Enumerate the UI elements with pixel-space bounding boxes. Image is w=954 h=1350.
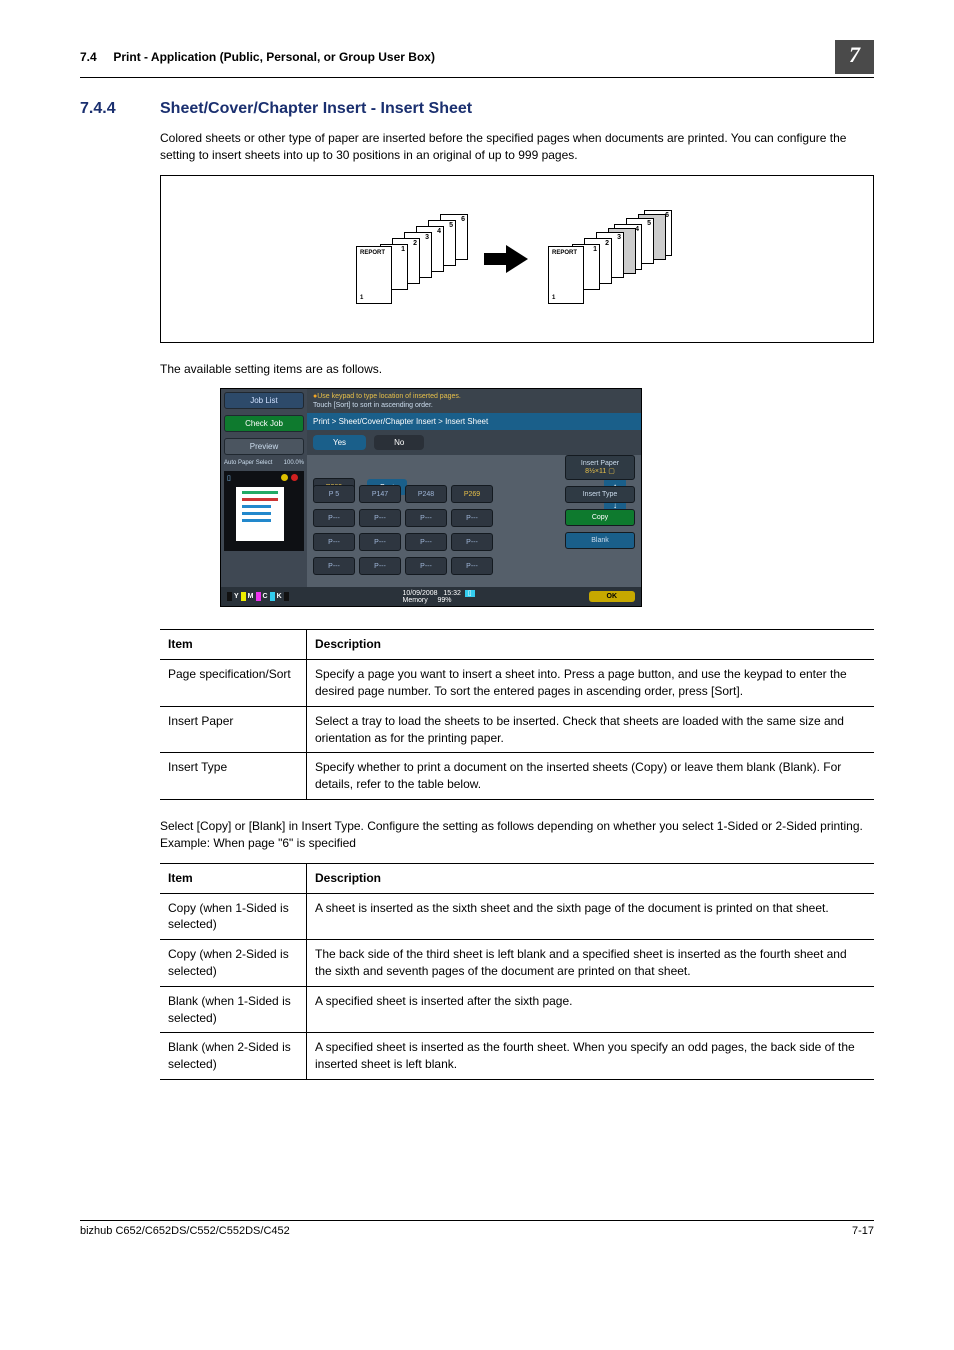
table-row: Blank (when 1-Sided is selected) A speci…: [160, 986, 874, 1033]
th-item: Item: [160, 863, 307, 893]
cell-item: Insert Paper: [160, 706, 307, 753]
ok-button[interactable]: OK: [589, 591, 636, 602]
insert-sheet-diagram: 6 5 4 3 2 1 REPORT 1 6 5 4 3 2 1 REPORT …: [160, 175, 874, 343]
footer-page: 7-17: [852, 1225, 874, 1237]
diagram-stack-before: 6 5 4 3 2 1 REPORT 1: [356, 214, 486, 304]
th-desc: Description: [307, 630, 875, 660]
header-left: 7.4 Print - Application (Public, Persona…: [80, 50, 435, 64]
copy-button[interactable]: Copy: [565, 509, 635, 526]
report-num: 1: [360, 295, 363, 301]
page-cell-empty[interactable]: P---: [451, 557, 493, 575]
ss-footer: Y M C K 10/09/2008 15:32 ▯ Memory 99% OK: [221, 587, 641, 606]
page-cell[interactable]: P269: [451, 485, 493, 503]
header-section-title: Print - Application (Public, Personal, o…: [113, 50, 435, 64]
insert-type-paragraph: Select [Copy] or [Blank] in Insert Type.…: [160, 818, 874, 853]
cell-desc: A specified sheet is inserted after the …: [307, 986, 875, 1033]
hint-text: ●Use keypad to type location of inserted…: [307, 389, 641, 413]
section-heading: 7.4.4 Sheet/Cover/Chapter Insert - Inser…: [80, 100, 874, 118]
blank-button[interactable]: Blank: [565, 532, 635, 549]
page-cell-empty[interactable]: P---: [359, 509, 401, 527]
status-icon: ▯: [465, 590, 475, 597]
check-job-button[interactable]: Check Job: [224, 415, 304, 432]
cell-desc: A specified sheet is inserted as the fou…: [307, 1033, 875, 1080]
toner-dots: [281, 474, 298, 481]
available-items-text: The available setting items are as follo…: [160, 361, 874, 378]
cell-desc: A sheet is inserted as the sixth sheet a…: [307, 893, 875, 940]
table-row: Insert Type Specify whether to print a d…: [160, 753, 874, 800]
header-rule: [80, 77, 874, 78]
report-label: REPORT: [552, 250, 577, 256]
preview-thumbnail: ▯: [224, 471, 304, 551]
panel-screenshot: Job List Check Job Preview Auto Paper Se…: [220, 388, 642, 607]
yes-no-row: Yes No: [307, 430, 641, 455]
chapter-badge: 7: [835, 40, 874, 74]
section-title: Sheet/Cover/Chapter Insert - Insert Shee…: [160, 100, 472, 118]
cell-item: Insert Type: [160, 753, 307, 800]
insert-type-table: Item Description Copy (when 1-Sided is s…: [160, 863, 874, 1080]
page-cell-empty[interactable]: P---: [405, 533, 447, 551]
doc-icon: ▯: [227, 474, 231, 482]
cell-item: Blank (when 1-Sided is selected): [160, 986, 307, 1033]
cell-desc: Specify whether to print a document on t…: [307, 753, 875, 800]
cell-item: Blank (when 2-Sided is selected): [160, 1033, 307, 1080]
page-cell-empty[interactable]: P---: [405, 509, 447, 527]
auto-paper-label: Auto Paper Select 100.0%: [224, 460, 304, 466]
diagram-stack-after: 6 5 4 3 2 1 REPORT 1: [548, 214, 678, 304]
sheet-report: REPORT 1: [356, 246, 392, 304]
page-cell-empty[interactable]: P---: [359, 533, 401, 551]
footer-model: bizhub C652/C652DS/C552/C552DS/C452: [80, 1225, 290, 1237]
page-grid: P269 Sort 1 / 2 ↑ ↓ P 5 P147 P248 P269: [307, 455, 641, 587]
report-label: REPORT: [360, 250, 385, 256]
section-number: 7.4.4: [80, 100, 160, 118]
ss-sidebar: Job List Check Job Preview Auto Paper Se…: [221, 389, 307, 587]
table-row: Copy (when 1-Sided is selected) A sheet …: [160, 893, 874, 940]
cell-item: Page specification/Sort: [160, 660, 307, 707]
page-cell-empty[interactable]: P---: [313, 509, 355, 527]
cell-item: Copy (when 2-Sided is selected): [160, 940, 307, 987]
table-row: Insert Paper Select a tray to load the s…: [160, 706, 874, 753]
ss-main: ●Use keypad to type location of inserted…: [307, 389, 641, 587]
insert-paper-button[interactable]: Insert Paper 8½×11 ▢: [565, 455, 635, 480]
page-cell-empty[interactable]: P---: [313, 533, 355, 551]
job-list-button[interactable]: Job List: [224, 392, 304, 409]
cell-desc: Select a tray to load the sheets to be i…: [307, 706, 875, 753]
th-item: Item: [160, 630, 307, 660]
page-cell[interactable]: P 5: [313, 485, 355, 503]
page-footer: bizhub C652/C652DS/C552/C552DS/C452 7-17: [80, 1220, 874, 1237]
page-header: 7.4 Print - Application (Public, Persona…: [80, 40, 874, 77]
cell-desc: The back side of the third sheet is left…: [307, 940, 875, 987]
datetime: 10/09/2008 15:32 ▯ Memory 99%: [402, 589, 474, 604]
header-section-ref: 7.4: [80, 50, 97, 64]
no-button[interactable]: No: [374, 435, 424, 450]
toner-indicator: Y M C K: [227, 592, 289, 601]
cell-desc: Specify a page you want to insert a shee…: [307, 660, 875, 707]
table-row: Copy (when 2-Sided is selected) The back…: [160, 940, 874, 987]
settings-table: Item Description Page specification/Sort…: [160, 629, 874, 800]
yes-button[interactable]: Yes: [313, 435, 366, 450]
table-row: Page specification/Sort Specify a page y…: [160, 660, 874, 707]
preview-button[interactable]: Preview: [224, 438, 304, 455]
page-cell-empty[interactable]: P---: [313, 557, 355, 575]
cell-item: Copy (when 1-Sided is selected): [160, 893, 307, 940]
page-cell[interactable]: P248: [405, 485, 447, 503]
page-cell-empty[interactable]: P---: [451, 533, 493, 551]
page-cell-empty[interactable]: P---: [405, 557, 447, 575]
page-cell-empty[interactable]: P---: [359, 557, 401, 575]
th-desc: Description: [307, 863, 875, 893]
sheet-report: REPORT 1: [548, 246, 584, 304]
arrow-icon: [506, 245, 528, 273]
intro-paragraph: Colored sheets or other type of paper ar…: [160, 130, 874, 165]
page-thumb: [236, 487, 284, 541]
page-cell-empty[interactable]: P---: [451, 509, 493, 527]
page-cell[interactable]: P147: [359, 485, 401, 503]
breadcrumb: Print > Sheet/Cover/Chapter Insert > Ins…: [307, 413, 641, 430]
report-num: 1: [552, 295, 555, 301]
table-row: Blank (when 2-Sided is selected) A speci…: [160, 1033, 874, 1080]
insert-type-label: Insert Type: [565, 486, 635, 503]
